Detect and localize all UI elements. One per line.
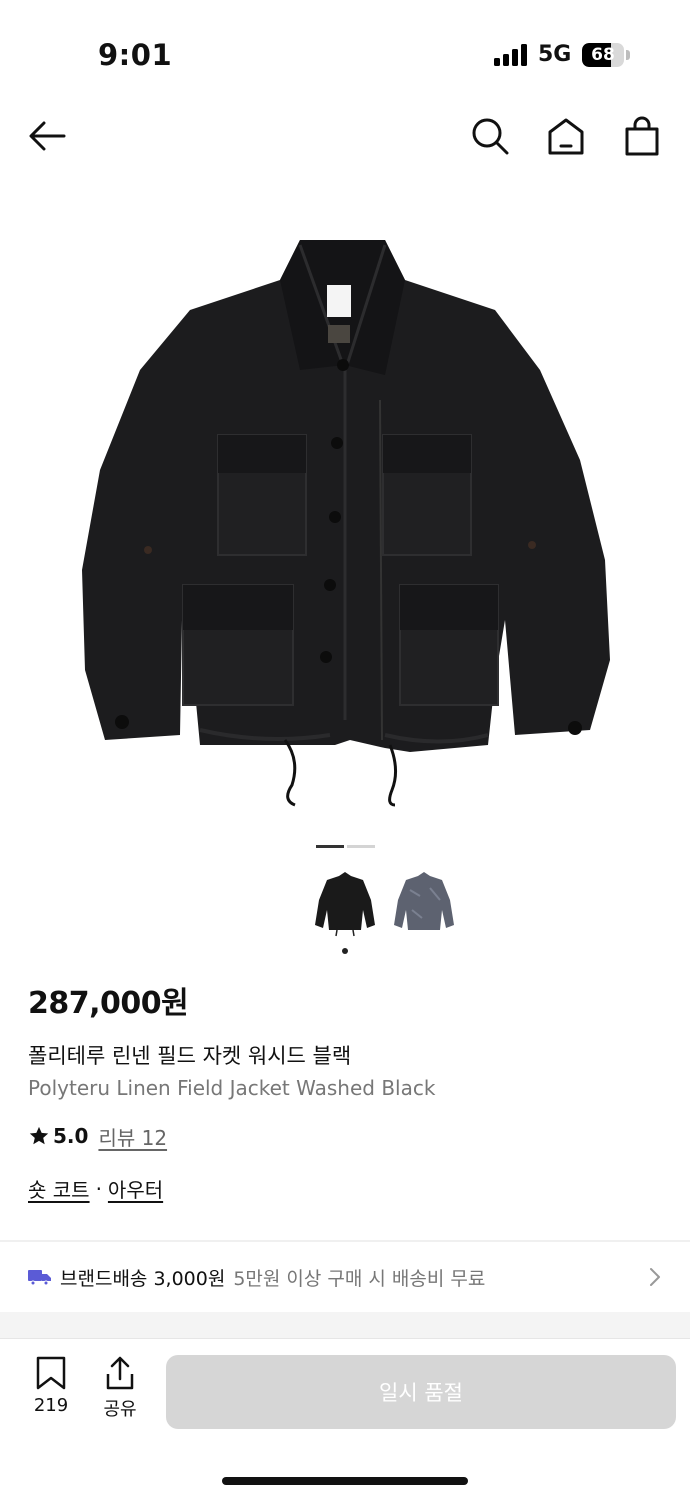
status-time: 9:01	[98, 38, 173, 72]
network-type: 5G	[538, 42, 572, 67]
shopping-bag-icon[interactable]	[620, 114, 664, 158]
section-spacer	[0, 1312, 690, 1338]
product-name-english: Polyteru Linen Field Jacket Washed Black	[28, 1076, 436, 1100]
bookmark-count: 219	[33, 1395, 69, 1416]
battery-cap	[626, 50, 630, 60]
category-link-short-coat[interactable]: 숏 코트	[28, 1174, 90, 1203]
product-price: 287,000원	[28, 986, 189, 1021]
bookmark-button[interactable]: 219	[21, 1355, 81, 1416]
review-count-link[interactable]: 리뷰 12	[98, 1122, 167, 1151]
back-arrow-icon[interactable]	[26, 114, 70, 158]
gallery-indicator-active	[316, 845, 344, 848]
truck-icon	[28, 1270, 51, 1286]
thumbnail-washed-gray[interactable]	[390, 870, 458, 938]
chevron-right-icon[interactable]	[648, 1266, 662, 1288]
battery-level: 68	[591, 45, 615, 65]
status-bar: 9:01 5G 68	[0, 0, 690, 100]
home-icon[interactable]	[544, 114, 588, 158]
search-icon[interactable]	[468, 114, 512, 158]
category-separator: ·	[95, 1176, 102, 1201]
rating-value: 5.0	[53, 1124, 89, 1148]
home-indicator	[222, 1477, 468, 1485]
category-link-outer[interactable]: 아우터	[108, 1174, 163, 1203]
section-divider	[0, 1240, 690, 1242]
bottom-action-bar: 219 공유 일시 품절	[0, 1338, 690, 1500]
star-icon	[29, 1126, 49, 1145]
shipping-fee: 브랜드배송 3,000원	[60, 1267, 226, 1290]
shipping-free-condition: 5만원 이상 구매 시 배송비 무료	[233, 1267, 486, 1290]
rating-row: 5.0 리뷰 12	[28, 1122, 167, 1150]
category-breadcrumb: 숏 코트 · 아우터	[28, 1174, 163, 1203]
shipping-info-row[interactable]: 브랜드배송 3,000원 5만원 이상 구매 시 배송비 무료	[0, 1244, 690, 1310]
share-icon	[106, 1356, 134, 1390]
gallery-indicator	[347, 845, 375, 848]
thumbnail-selected-dot	[342, 948, 348, 954]
temporarily-sold-out-button[interactable]: 일시 품절	[166, 1355, 676, 1429]
battery-icon: 68	[582, 43, 624, 67]
share-button[interactable]: 공유	[90, 1355, 150, 1421]
product-name-korean: 폴리테루 린넨 필드 자켓 워시드 블랙	[28, 1044, 352, 1068]
bookmark-icon	[36, 1356, 66, 1390]
thumbnail-black[interactable]	[311, 870, 379, 938]
top-nav	[0, 106, 690, 166]
signal-icon	[494, 44, 530, 66]
product-image[interactable]	[0, 200, 690, 820]
share-label: 공유	[103, 1399, 137, 1420]
